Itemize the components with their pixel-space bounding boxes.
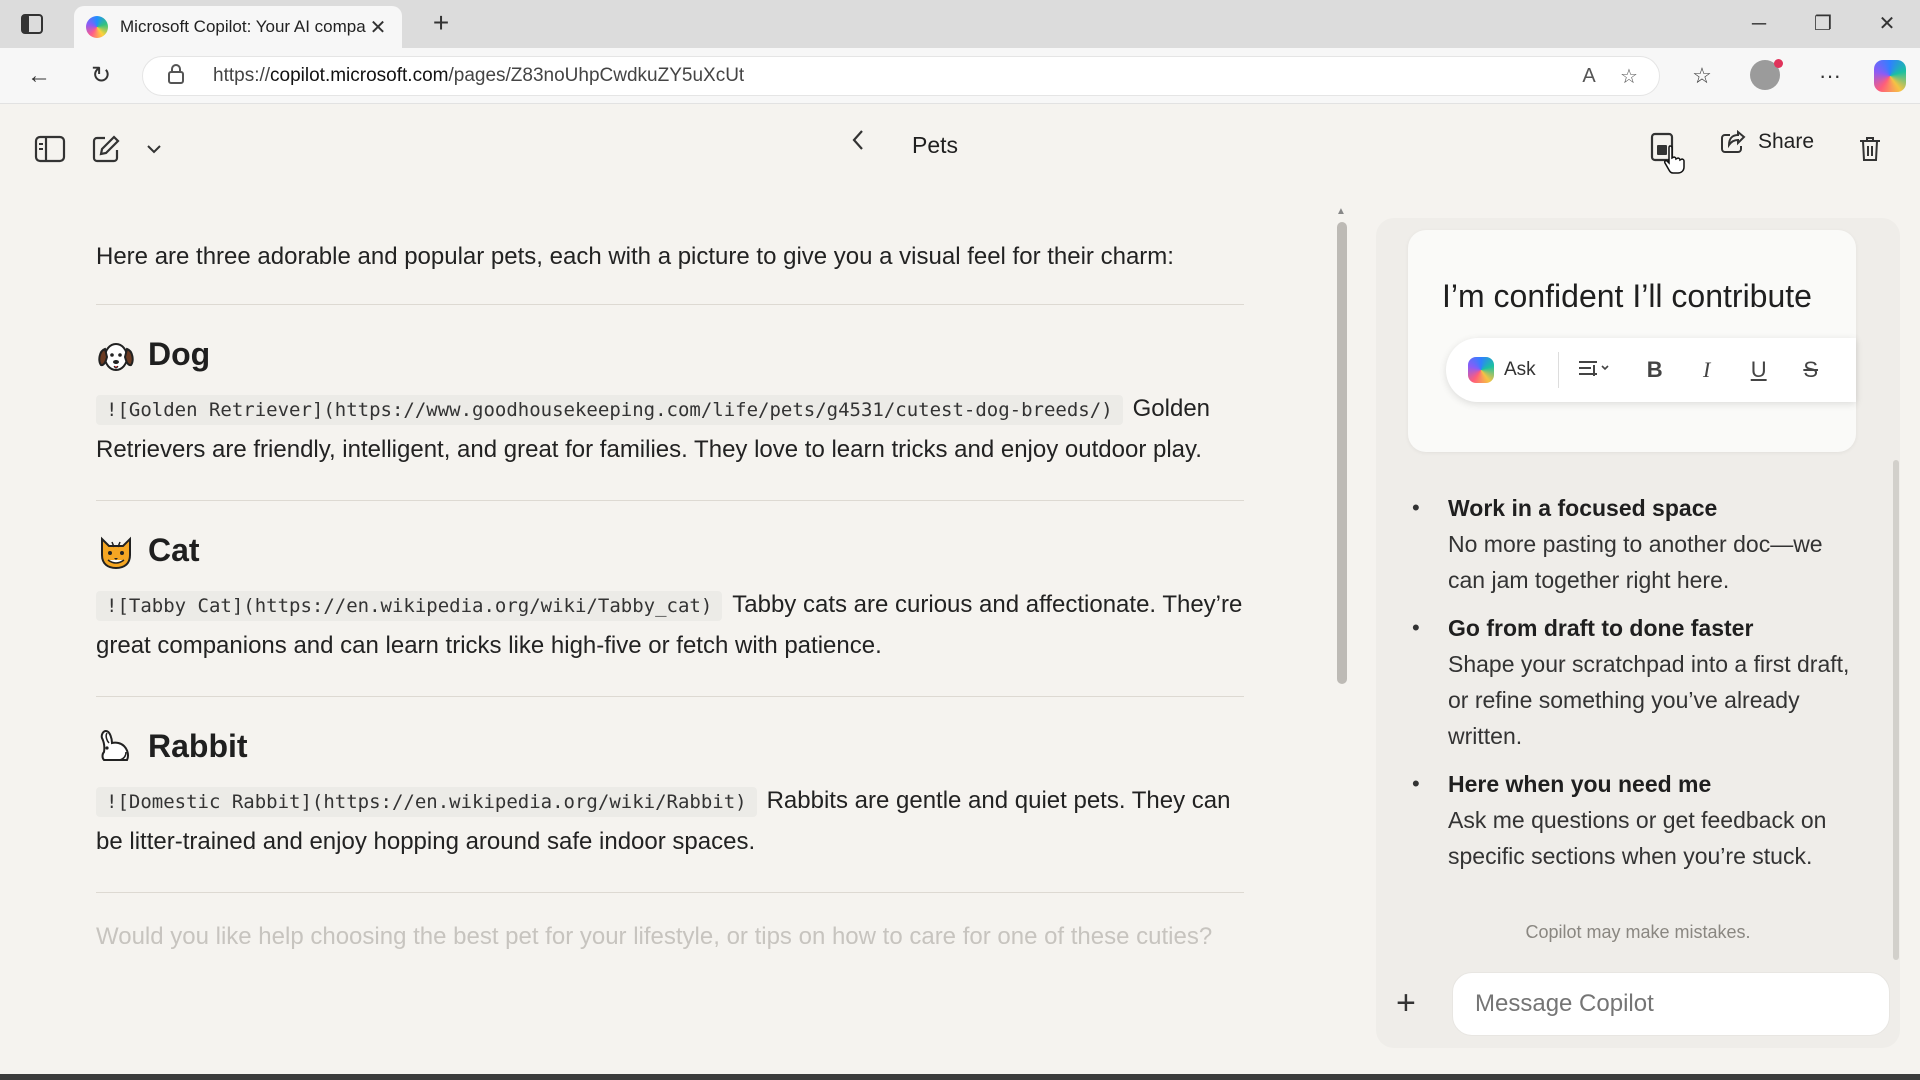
image-markdown: ![Golden Retriever](https://www.goodhous… <box>96 394 1123 425</box>
feature-title: Here when you need me <box>1448 771 1712 797</box>
feature-description: Ask me questions or get feedback on spec… <box>1448 807 1827 869</box>
tab-title: Microsoft Copilot: Your AI compa <box>120 17 366 36</box>
pet-description: ![Golden Retriever](https://www.goodhous… <box>96 389 1244 470</box>
divider <box>96 695 1244 697</box>
scroll-up-arrow-icon[interactable]: ▲ <box>1336 206 1346 217</box>
new-tab-button[interactable]: + <box>424 8 458 40</box>
pet-section-rabbit: Rabbit ![Domestic Rabbit](https://en.wik… <box>96 727 1244 862</box>
bullet: • <box>1412 615 1420 640</box>
more-options-icon[interactable]: ··· <box>1812 60 1848 92</box>
feature-item: • Here when you need me Ask me questions… <box>1412 766 1852 874</box>
address-bar[interactable]: https://copilot.microsoft.com/pages/Z83n… <box>142 56 1660 96</box>
lock-icon[interactable] <box>167 63 189 90</box>
copilot-favicon-icon <box>86 16 108 38</box>
browser-tab-active[interactable]: Microsoft Copilot: Your AI compa ✕ <box>74 6 402 48</box>
mouse-pointer-icon <box>1664 144 1686 179</box>
back-arrow-icon[interactable]: ← <box>22 60 56 92</box>
bullet: • <box>1412 771 1420 796</box>
browser-tab-strip: Microsoft Copilot: Your AI compa ✕ + ─ ❐… <box>0 0 1920 48</box>
divider <box>96 891 1244 893</box>
followup-question: Would you like help choosing the best pe… <box>96 922 1213 950</box>
intro-text: Here are three adorable and popular pets… <box>96 243 1174 270</box>
pet-section-dog: Dog ![Golden Retriever](https://www.good… <box>96 335 1244 470</box>
ask-label: Ask <box>1504 359 1536 380</box>
tab-actions-icon[interactable] <box>18 12 46 36</box>
refresh-icon[interactable]: ↻ <box>84 60 118 92</box>
new-page-icon[interactable] <box>88 132 124 166</box>
share-button[interactable]: Share <box>1720 130 1814 154</box>
window-close-icon[interactable]: ✕ <box>1864 8 1910 40</box>
cat-face-icon <box>96 531 136 571</box>
feature-title: Go from draft to done faster <box>1448 615 1754 641</box>
share-label: Share <box>1758 130 1815 153</box>
bold-icon[interactable]: B <box>1629 357 1681 383</box>
taskbar-edge <box>0 1074 1920 1080</box>
italic-icon[interactable]: I <box>1681 357 1733 383</box>
chevron-down-icon[interactable] <box>136 132 172 166</box>
ask-button[interactable]: Ask <box>1468 352 1559 388</box>
copilot-logo-icon <box>1468 357 1494 383</box>
underline-icon[interactable]: U <box>1733 357 1785 383</box>
minimize-icon[interactable]: ─ <box>1736 8 1782 40</box>
favorite-star-icon[interactable]: ☆ <box>1609 64 1649 89</box>
feature-title: Work in a focused space <box>1448 495 1718 521</box>
read-aloud-icon[interactable]: A <box>1569 65 1609 88</box>
delete-icon[interactable] <box>1852 132 1888 166</box>
pet-description: ![Domestic Rabbit](https://en.wikipedia.… <box>96 781 1244 862</box>
feature-list: • Work in a focused space No more pastin… <box>1412 490 1852 886</box>
strikethrough-icon[interactable]: S <box>1785 357 1837 383</box>
sidebar-toggle-icon[interactable] <box>32 132 68 166</box>
panel-scrollbar[interactable] <box>1893 460 1899 960</box>
add-attachment-icon[interactable]: + <box>1396 984 1416 1023</box>
notification-dot <box>1774 59 1783 68</box>
back-chevron-icon[interactable] <box>850 128 866 159</box>
content-scrollbar[interactable] <box>1337 222 1347 684</box>
divider <box>96 303 1244 305</box>
copilot-sidebar-icon[interactable] <box>1874 60 1906 92</box>
feature-item: • Go from draft to done faster Shape you… <box>1412 610 1852 754</box>
feature-item: • Work in a focused space No more pastin… <box>1412 490 1852 598</box>
divider <box>96 499 1244 501</box>
rabbit-icon <box>96 727 136 767</box>
pet-section-cat: Cat ![Tabby Cat](https://en.wikipedia.or… <box>96 531 1244 666</box>
bullet: • <box>1412 495 1420 520</box>
paragraph-style-dropdown[interactable] <box>1559 357 1629 383</box>
tab-close-icon[interactable]: ✕ <box>366 15 390 40</box>
draft-text: I’m confident I’ll contribute <box>1442 278 1812 314</box>
pet-heading: Dog <box>148 336 211 373</box>
page-content: Here are three adorable and popular pets… <box>96 240 1244 951</box>
feature-description: No more pasting to another doc—we can ja… <box>1448 531 1823 593</box>
paragraph-icon <box>1578 361 1609 376</box>
pet-heading: Rabbit <box>148 728 248 765</box>
format-toolbar: Ask B I U S <box>1446 338 1856 402</box>
favorites-icon[interactable]: ☆ <box>1684 60 1720 92</box>
pet-heading: Cat <box>148 532 200 569</box>
disclaimer-text: Copilot may make mistakes. <box>1525 922 1751 942</box>
feature-description: Shape your scratchpad into a first draft… <box>1448 651 1850 749</box>
share-icon <box>1721 130 1746 153</box>
browser-toolbar: ← ↻ https://copilot.microsoft.com/pages/… <box>0 48 1920 104</box>
pet-description: ![Tabby Cat](https://en.wikipedia.org/wi… <box>96 585 1244 666</box>
page-title: Pets <box>912 132 959 158</box>
image-markdown: ![Tabby Cat](https://en.wikipedia.org/wi… <box>96 590 723 621</box>
image-markdown: ![Domestic Rabbit](https://en.wikipedia.… <box>96 786 757 817</box>
url-text[interactable]: https://copilot.microsoft.com/pages/Z83n… <box>213 65 1569 87</box>
restore-icon[interactable]: ❐ <box>1800 8 1846 40</box>
dog-face-icon <box>96 335 136 375</box>
message-input[interactable] <box>1452 972 1890 1036</box>
